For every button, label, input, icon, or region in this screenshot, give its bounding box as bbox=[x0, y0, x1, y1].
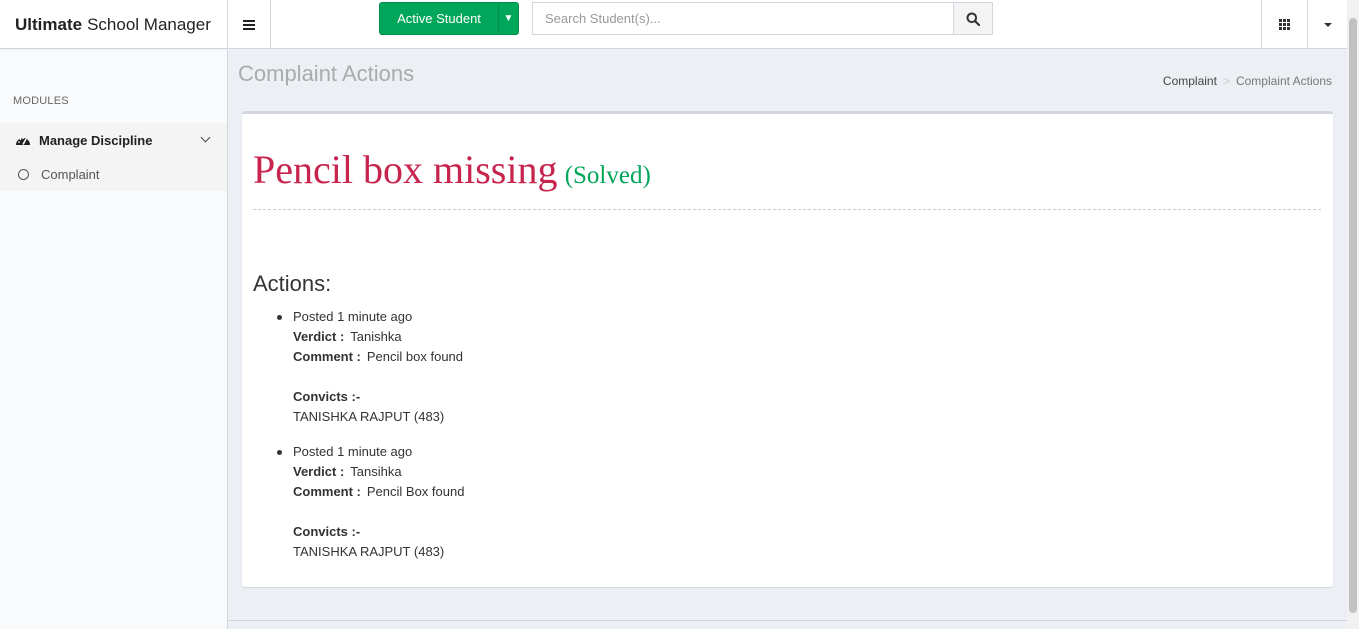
sidebar: MODULES Manage Discipline Complaint bbox=[0, 50, 228, 629]
sidebar-subitem-label: Complaint bbox=[41, 166, 100, 182]
search-icon bbox=[966, 12, 980, 26]
brand-rest: School Manager bbox=[87, 14, 211, 34]
complaint-status: (Solved) bbox=[564, 162, 651, 189]
action-convict: TANISHKA RAJPUT (483) bbox=[293, 544, 445, 559]
sidebar-item-complaint[interactable]: Complaint bbox=[0, 157, 227, 191]
sidebar-item-label: Manage Discipline bbox=[39, 132, 153, 148]
complaint-box: Pencil box missing (Solved) Actions: Pos… bbox=[242, 111, 1333, 587]
brand-logo[interactable]: Ultimate School Manager bbox=[0, 0, 228, 49]
scrollbar-thumb[interactable] bbox=[1349, 18, 1357, 613]
action-comment: Pencil Box found bbox=[366, 484, 465, 499]
caret-down-icon bbox=[1323, 22, 1332, 27]
comment-label: Comment : bbox=[293, 484, 361, 499]
list-item: Posted 1 minute ago Verdict : Tanishka Co… bbox=[277, 307, 893, 427]
brand-bold: Ultimate bbox=[15, 14, 83, 34]
search-button[interactable] bbox=[953, 2, 993, 35]
caret-down-icon[interactable]: ▼ bbox=[498, 3, 518, 34]
convicts-label: Convicts :- bbox=[293, 524, 361, 539]
apps-menu-button[interactable] bbox=[1261, 0, 1307, 49]
list-item: Posted 1 minute ago Verdict : Tansihka Co… bbox=[277, 442, 893, 562]
action-posted: Posted 1 minute ago bbox=[293, 309, 413, 324]
complaint-headline: Pencil box missing (Solved) bbox=[253, 146, 651, 193]
sidebar-menu-group: Manage Discipline Complaint bbox=[0, 123, 227, 191]
chevron-down-icon bbox=[200, 132, 211, 143]
divider bbox=[253, 209, 1321, 210]
sidebar-section-label: MODULES bbox=[13, 95, 69, 107]
action-verdict: Tansihka bbox=[350, 464, 402, 479]
active-student-label: Active Student bbox=[397, 11, 481, 26]
breadcrumb: Complaint > Complaint Actions bbox=[1163, 74, 1332, 88]
breadcrumb-link-complaint[interactable]: Complaint bbox=[1163, 74, 1217, 88]
convicts-label: Convicts :- bbox=[293, 389, 361, 404]
verdict-label: Verdict : bbox=[293, 464, 345, 479]
breadcrumb-current: Complaint Actions bbox=[1235, 74, 1332, 88]
action-comment: Pencil box found bbox=[366, 349, 464, 364]
apps-grid-icon bbox=[1279, 19, 1290, 30]
circle-icon bbox=[18, 168, 29, 180]
hamburger-icon bbox=[243, 19, 255, 30]
active-student-button[interactable]: Active Student ▼ bbox=[379, 2, 519, 35]
action-posted: Posted 1 minute ago bbox=[293, 444, 413, 459]
page-title: Complaint Actions bbox=[238, 61, 415, 86]
complaint-title: Pencil box missing bbox=[253, 147, 558, 192]
dashboard-gauge-icon bbox=[16, 137, 30, 145]
page-scrollbar[interactable] bbox=[1347, 0, 1359, 629]
action-convict: TANISHKA RAJPUT (483) bbox=[293, 409, 445, 424]
comment-label: Comment : bbox=[293, 349, 361, 364]
top-navbar: Ultimate School Manager Active Student ▼ bbox=[0, 0, 1347, 49]
action-verdict: Tanishka bbox=[350, 329, 402, 344]
breadcrumb-separator: > bbox=[1222, 74, 1230, 88]
sidebar-toggle-button[interactable] bbox=[228, 0, 271, 49]
footer-divider bbox=[228, 620, 1347, 621]
sidebar-item-manage-discipline[interactable]: Manage Discipline bbox=[0, 123, 227, 157]
search-input[interactable] bbox=[532, 2, 954, 35]
verdict-label: Verdict : bbox=[293, 329, 345, 344]
actions-list: Posted 1 minute ago Verdict : Tanishka Co… bbox=[277, 307, 893, 577]
user-dropdown-button[interactable] bbox=[1307, 0, 1347, 49]
actions-heading: Actions: bbox=[253, 271, 332, 296]
